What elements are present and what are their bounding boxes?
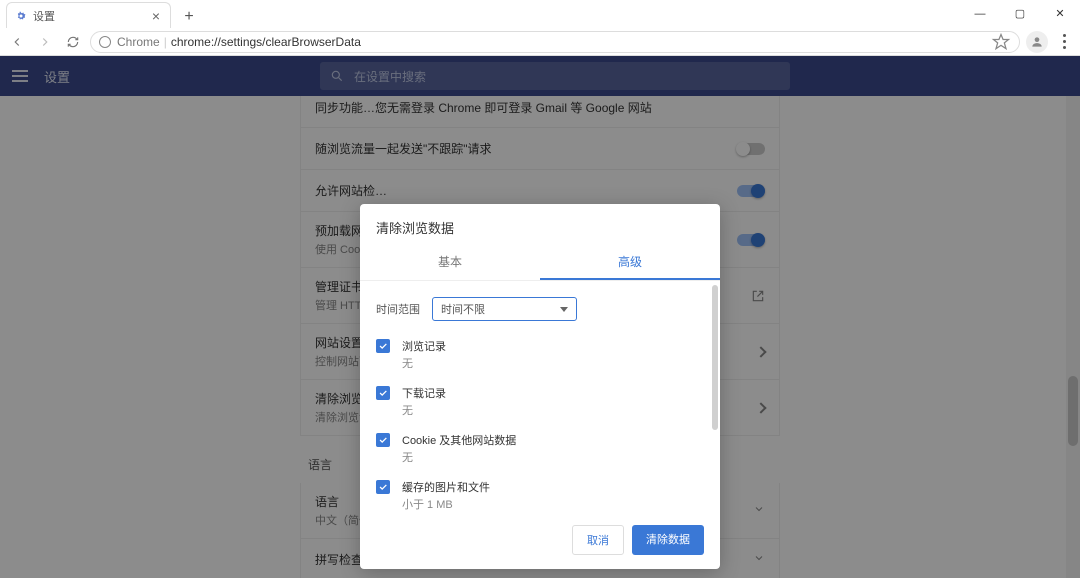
- checkbox-row: 下载记录无: [376, 378, 704, 425]
- time-range-select[interactable]: 时间不限: [432, 297, 577, 321]
- checkbox[interactable]: [376, 386, 390, 400]
- checkbox[interactable]: [376, 339, 390, 353]
- tab-basic[interactable]: 基本: [360, 245, 540, 280]
- reload-button[interactable]: [62, 31, 84, 53]
- new-tab-button[interactable]: +: [179, 8, 199, 28]
- omnibox[interactable]: Chrome | chrome://settings/clearBrowserD…: [90, 31, 1020, 53]
- checkbox-row: Cookie 及其他网站数据无: [376, 425, 704, 472]
- checkbox[interactable]: [376, 480, 390, 494]
- cancel-button[interactable]: 取消: [572, 525, 624, 555]
- kebab-menu-button[interactable]: [1054, 34, 1074, 49]
- checkbox-row: 缓存的图片和文件小于 1 MB: [376, 472, 704, 511]
- clear-data-button[interactable]: 清除数据: [632, 525, 704, 555]
- back-button[interactable]: [6, 31, 28, 53]
- maximize-button[interactable]: ▢: [1000, 2, 1040, 28]
- close-icon[interactable]: ×: [150, 10, 162, 22]
- gear-icon: [15, 10, 27, 22]
- tab-advanced[interactable]: 高级: [540, 245, 720, 280]
- profile-button[interactable]: [1026, 31, 1048, 53]
- checkbox[interactable]: [376, 433, 390, 447]
- info-icon: [99, 36, 111, 48]
- time-range-label: 时间范围: [376, 301, 424, 317]
- dialog-title: 清除浏览数据: [360, 204, 720, 245]
- browser-tab[interactable]: 设置 ×: [6, 2, 171, 28]
- omnibox-prefix: Chrome: [117, 35, 160, 49]
- omnibox-url: chrome://settings/clearBrowserData: [171, 35, 361, 49]
- bookmark-icon[interactable]: [991, 32, 1011, 52]
- window-close-button[interactable]: ✕: [1040, 2, 1080, 28]
- minimize-button[interactable]: —: [960, 2, 1000, 28]
- dialog-scrollbar[interactable]: [712, 285, 718, 507]
- forward-button[interactable]: [34, 31, 56, 53]
- chevron-down-icon: [560, 307, 568, 312]
- clear-data-dialog: 清除浏览数据 基本 高级 时间范围 时间不限 浏览记录无下载记录无Cookie …: [360, 204, 720, 569]
- checkbox-row: 浏览记录无: [376, 331, 704, 378]
- tab-title: 设置: [33, 8, 150, 24]
